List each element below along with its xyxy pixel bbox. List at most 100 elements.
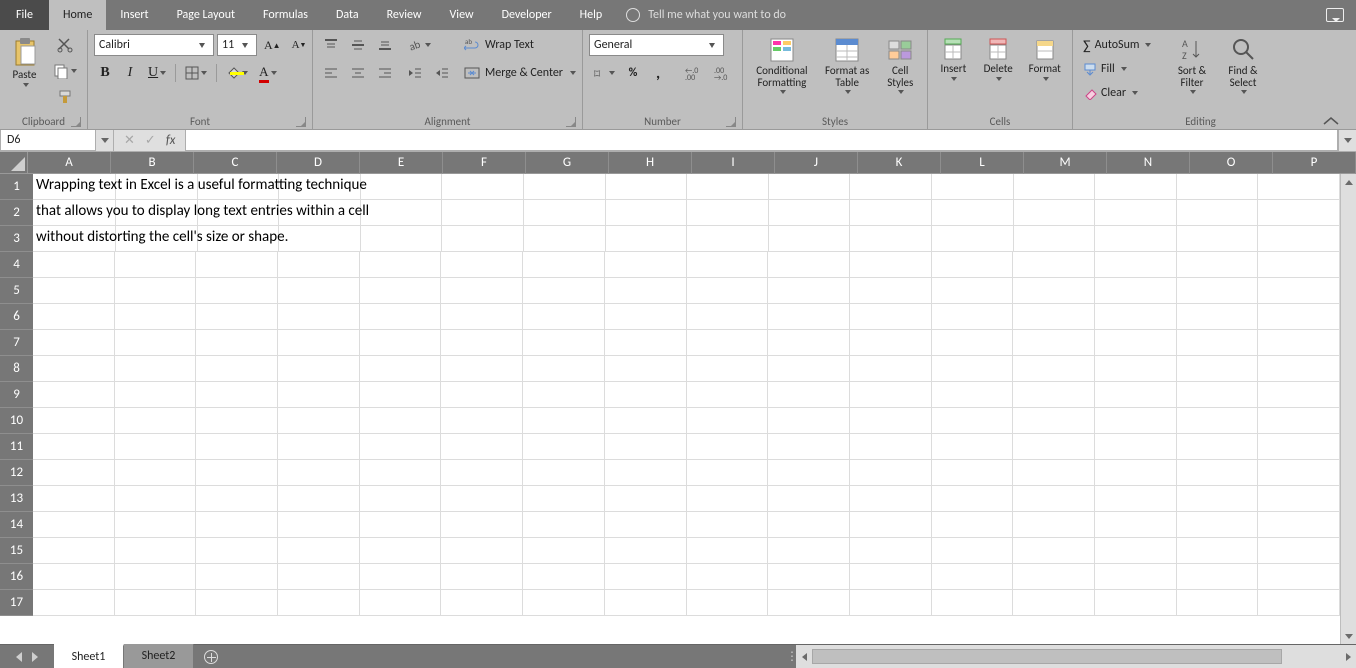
cell[interactable] [441,512,523,538]
align-middle-button[interactable] [346,34,370,56]
cell[interactable] [361,174,443,200]
cell[interactable] [115,330,197,356]
cell[interactable] [360,304,442,330]
cell[interactable] [1177,460,1259,486]
cell[interactable] [278,382,360,408]
border-button[interactable] [181,62,211,84]
cell[interactable] [33,590,115,616]
cell[interactable] [524,200,606,226]
scroll-up-arrow[interactable] [1341,174,1356,190]
horizontal-scrollbar[interactable] [796,645,1356,668]
cell[interactable] [196,538,278,564]
fill-button[interactable]: Fill [1079,58,1164,80]
cell[interactable] [196,382,278,408]
cell[interactable] [523,564,605,590]
format-painter-button[interactable] [49,86,81,108]
cell[interactable] [605,330,687,356]
cell[interactable] [196,330,278,356]
cell[interactable] [932,538,1014,564]
menu-tab-review[interactable]: Review [373,0,436,30]
cell[interactable] [33,304,115,330]
cell[interactable] [360,538,442,564]
cell[interactable] [687,200,769,226]
number-dialog-launcher[interactable] [726,117,736,127]
cell[interactable] [1258,564,1340,590]
cell[interactable] [33,538,115,564]
menu-tab-insert[interactable]: Insert [106,0,162,30]
percent-format-button[interactable]: % [622,62,644,84]
cell[interactable] [850,408,932,434]
row-header[interactable]: 6 [0,304,33,330]
font-color-button[interactable]: A [255,62,280,84]
collapse-ribbon-icon[interactable] [1322,115,1340,127]
cell[interactable] [1177,356,1259,382]
cell[interactable] [115,408,197,434]
column-header[interactable]: F [443,152,526,174]
scroll-right-arrow[interactable] [1340,649,1356,665]
cell[interactable] [605,590,687,616]
column-header[interactable]: L [941,152,1024,174]
cell[interactable] [441,278,523,304]
cell[interactable] [278,486,360,512]
cell[interactable] [1258,590,1340,616]
cell[interactable] [1013,330,1095,356]
sheet-tab[interactable]: Sheet1 [54,644,124,668]
row-header[interactable]: 10 [0,408,33,434]
cell[interactable] [1013,486,1095,512]
cell[interactable] [1177,434,1259,460]
decrease-font-button[interactable]: A▼ [288,34,311,56]
alignment-dialog-launcher[interactable] [566,117,576,127]
cell[interactable] [768,252,850,278]
decrease-indent-button[interactable] [403,62,427,84]
cell[interactable] [1177,174,1259,200]
cell[interactable] [932,304,1014,330]
font-size-select[interactable]: 11 [217,34,257,56]
cell[interactable] [1095,590,1177,616]
cell[interactable] [278,304,360,330]
cell[interactable] [1095,486,1177,512]
cell[interactable] [360,356,442,382]
cell[interactable] [1013,382,1095,408]
bold-button[interactable]: B [94,62,116,84]
cell[interactable] [687,512,769,538]
merge-center-button[interactable]: Merge & Center [460,62,580,84]
row-header[interactable]: 5 [0,278,33,304]
cell[interactable] [768,278,850,304]
cell[interactable] [1013,512,1095,538]
cell[interactable] [115,590,197,616]
column-header[interactable]: E [360,152,443,174]
cell[interactable] [278,408,360,434]
column-header[interactable]: H [609,152,692,174]
cell[interactable] [33,356,115,382]
cell[interactable] [1258,408,1340,434]
align-center-button[interactable] [346,62,370,84]
cell[interactable] [1013,304,1095,330]
cell[interactable] [606,174,688,200]
cell[interactable] [1258,382,1340,408]
cell[interactable] [523,382,605,408]
cell[interactable] [441,304,523,330]
cell[interactable] [278,460,360,486]
cell[interactable] [605,512,687,538]
cell[interactable] [768,564,850,590]
cell[interactable] [1258,512,1340,538]
vertical-scrollbar[interactable] [1340,174,1356,644]
cell[interactable] [442,200,524,226]
cell[interactable] [196,486,278,512]
cell[interactable] [361,226,443,252]
cell[interactable] [932,590,1014,616]
cell[interactable] [442,174,524,200]
cell[interactable] [1095,382,1177,408]
cell[interactable] [768,382,850,408]
column-header[interactable]: O [1190,152,1273,174]
cell[interactable] [1013,408,1095,434]
cell[interactable] [1013,538,1095,564]
cell[interactable] [196,278,278,304]
cell[interactable] [523,408,605,434]
cell[interactable] [1014,174,1096,200]
cell[interactable] [523,538,605,564]
cell[interactable] [279,226,361,252]
menu-tab-formulas[interactable]: Formulas [249,0,322,30]
cell[interactable] [115,512,197,538]
align-left-button[interactable] [319,62,343,84]
